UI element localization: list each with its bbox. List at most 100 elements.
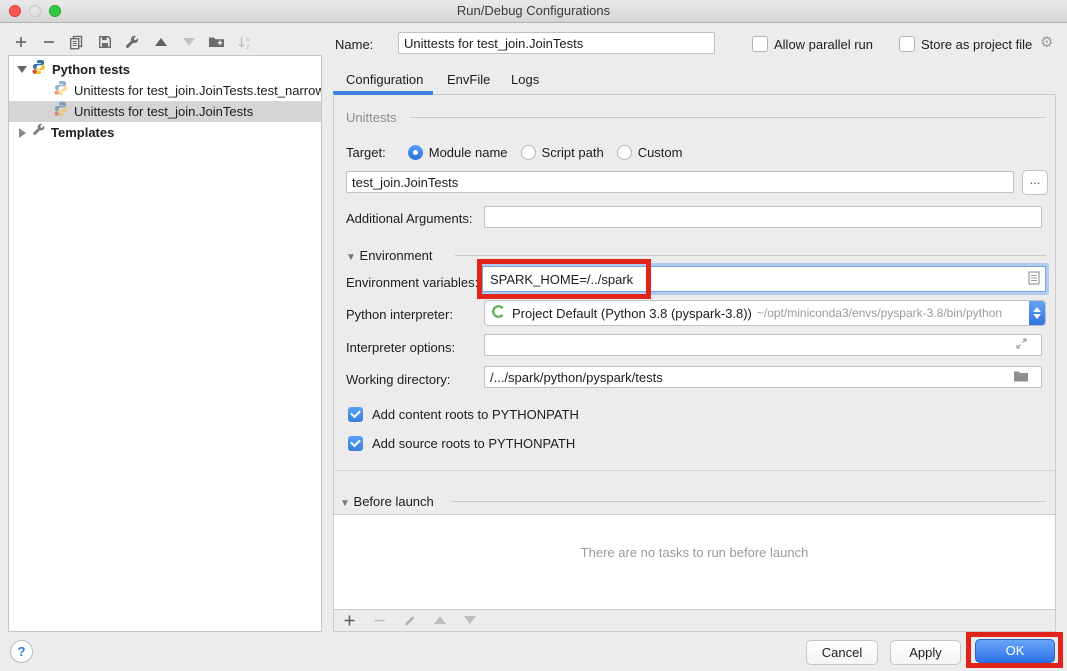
help-button[interactable]: ?: [10, 640, 33, 663]
edit-icon: [401, 612, 418, 628]
tree-item-templates[interactable]: Templates: [9, 122, 321, 143]
radio-module-name[interactable]: Module name: [408, 145, 508, 160]
add-icon[interactable]: [341, 612, 358, 628]
remove-icon: [371, 612, 388, 628]
python-icon: [53, 80, 69, 101]
svg-text:z: z: [246, 44, 250, 50]
add-icon[interactable]: [12, 34, 29, 50]
chevron-right-icon[interactable]: [19, 128, 26, 138]
target-row: Target: Module name Script path Custom: [346, 143, 682, 161]
interpreter-options-input[interactable]: [484, 334, 1042, 356]
window-title: Run/Debug Configurations: [0, 3, 1067, 18]
working-directory-label: Working directory:: [346, 372, 451, 387]
before-launch-task-list[interactable]: There are no tasks to run before launch: [334, 514, 1055, 610]
target-module-input[interactable]: [346, 171, 1014, 193]
radio-label: Module name: [429, 145, 508, 160]
content-roots-label: Add content roots to PYTHONPATH: [372, 407, 579, 422]
chevron-down-icon[interactable]: ▼: [346, 252, 356, 263]
content-roots-checkbox-row[interactable]: Add content roots to PYTHONPATH: [348, 405, 579, 423]
section-before-launch-label: Before launch: [354, 494, 434, 509]
radio-selected-icon[interactable]: [408, 145, 423, 160]
section-environment-header[interactable]: ▼ Environment: [346, 248, 433, 263]
conda-env-icon: [491, 304, 506, 322]
apply-button[interactable]: Apply: [890, 640, 961, 665]
cancel-button[interactable]: Cancel: [806, 640, 878, 665]
section-environment-label: Environment: [360, 248, 433, 263]
python-icon: [31, 59, 47, 80]
interpreter-value: Project Default (Python 3.8 (pyspark-3.8…: [512, 306, 752, 321]
combo-stepper-icon[interactable]: [1029, 301, 1045, 325]
environment-variables-label: Environment variables:: [346, 275, 478, 290]
copy-icon[interactable]: [68, 34, 85, 50]
tab-divider: [333, 94, 1056, 95]
edit-templates-icon[interactable]: [124, 34, 141, 50]
svg-text:a: a: [246, 36, 250, 43]
environment-variables-input[interactable]: [488, 271, 1028, 288]
additional-arguments-input[interactable]: [484, 206, 1042, 228]
python-interpreter-label: Python interpreter:: [346, 307, 453, 322]
tree-item-label: Unittests for test_join.JoinTests: [74, 101, 253, 122]
section-line: [452, 501, 1046, 502]
target-label: Target:: [346, 145, 386, 160]
expand-icon[interactable]: [1015, 337, 1028, 353]
radio-icon[interactable]: [521, 145, 536, 160]
separator: [335, 470, 1055, 471]
pane-border-right: [1055, 94, 1056, 631]
name-label: Name:: [335, 37, 373, 52]
sort-alpha-icon: az: [236, 34, 253, 50]
allow-parallel-checkbox[interactable]: [752, 36, 768, 52]
environment-variables-field[interactable]: [482, 266, 1046, 292]
ok-button[interactable]: OK: [975, 639, 1055, 663]
chevron-down-icon[interactable]: ▼: [340, 498, 350, 509]
active-tab-underline: [333, 91, 433, 95]
working-directory-input[interactable]: [484, 366, 1042, 388]
tree-item-unittests-jointests-selected[interactable]: Unittests for test_join.JoinTests: [9, 101, 321, 122]
tab-logs[interactable]: Logs: [511, 72, 539, 87]
tree-item-label: Python tests: [52, 59, 130, 80]
radio-script-path[interactable]: Script path: [521, 145, 604, 160]
checked-checkbox-icon[interactable]: [348, 436, 363, 451]
radio-label: Script path: [542, 145, 604, 160]
source-roots-checkbox-row[interactable]: Add source roots to PYTHONPATH: [348, 434, 575, 452]
python-icon: [53, 101, 69, 122]
python-interpreter-combo[interactable]: Project Default (Python 3.8 (pyspark-3.8…: [484, 300, 1046, 326]
new-folder-icon[interactable]: [208, 34, 225, 50]
env-list-icon[interactable]: [1028, 271, 1040, 288]
configurations-toolbar: az: [12, 31, 253, 53]
remove-icon[interactable]: [40, 34, 57, 50]
checked-checkbox-icon[interactable]: [348, 407, 363, 422]
radio-custom[interactable]: Custom: [617, 145, 683, 160]
tree-item-unittests-narrow[interactable]: Unittests for test_join.JoinTests.test_n…: [9, 80, 321, 101]
chevron-down-icon[interactable]: [17, 66, 27, 73]
store-project-file-label: Store as project file: [921, 37, 1032, 52]
configurations-tree: Python tests Unittests for test_join.Joi…: [8, 55, 322, 632]
radio-label: Custom: [638, 145, 683, 160]
run-debug-configurations-dialog: Run/Debug Configurations az Python tests: [0, 0, 1067, 671]
interpreter-options-label: Interpreter options:: [346, 340, 455, 355]
section-line: [410, 117, 1046, 118]
wrench-icon: [32, 122, 46, 143]
section-before-launch-header[interactable]: ▼ Before launch: [340, 494, 434, 509]
move-down-icon: [461, 612, 478, 628]
additional-arguments-label: Additional Arguments:: [346, 211, 472, 226]
browse-button[interactable]: ...: [1022, 170, 1048, 195]
name-input[interactable]: [398, 32, 715, 54]
pane-border-bottom: [333, 631, 1056, 632]
title-bar: Run/Debug Configurations: [0, 0, 1067, 23]
folder-icon[interactable]: [1013, 370, 1029, 385]
move-up-icon: [431, 612, 448, 628]
tree-item-label: Templates: [51, 122, 114, 143]
tree-item-python-tests[interactable]: Python tests: [9, 59, 321, 80]
tab-envfile[interactable]: EnvFile: [447, 72, 490, 87]
tab-configuration[interactable]: Configuration: [346, 72, 423, 87]
save-icon[interactable]: [96, 34, 113, 50]
move-up-icon[interactable]: [152, 34, 169, 50]
allow-parallel-label: Allow parallel run: [774, 37, 873, 52]
section-line: [455, 255, 1046, 256]
before-launch-toolbar: [341, 611, 478, 629]
gear-icon[interactable]: ⚙: [1040, 35, 1053, 50]
store-project-file-checkbox[interactable]: [899, 36, 915, 52]
before-launch-empty-text: There are no tasks to run before launch: [334, 545, 1055, 560]
radio-icon[interactable]: [617, 145, 632, 160]
interpreter-path: ~/opt/miniconda3/envs/pyspark-3.8/bin/py…: [757, 306, 1025, 320]
